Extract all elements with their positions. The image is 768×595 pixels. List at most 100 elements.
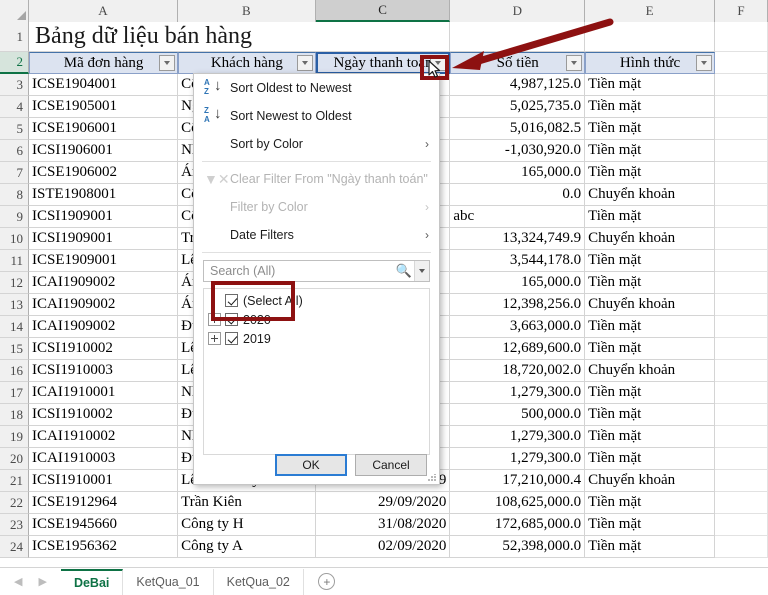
ok-button[interactable]: OK bbox=[275, 454, 347, 476]
cell-khach-hang[interactable]: Công ty A bbox=[178, 536, 316, 558]
cell-hinh-thuc[interactable]: Tiền mặt bbox=[585, 514, 715, 536]
expand-plus-icon[interactable] bbox=[208, 313, 221, 326]
menu-sort-newest-to-oldest[interactable]: Z A ↓ Sort Newest to Oldest bbox=[194, 102, 439, 130]
row-number-17[interactable]: 17 bbox=[0, 382, 30, 404]
cell-hinh-thuc[interactable]: Tiền mặt bbox=[585, 338, 715, 360]
cell-ma-don-hang[interactable]: ICSE1905001 bbox=[29, 96, 179, 118]
cell-hinh-thuc[interactable]: Tiền mặt bbox=[585, 96, 715, 118]
cell-f5[interactable] bbox=[714, 118, 768, 140]
cell-hinh-thuc[interactable]: Tiền mặt bbox=[585, 162, 715, 184]
cancel-button[interactable]: Cancel bbox=[355, 454, 427, 476]
cell-ma-don-hang[interactable]: ICSI1909001 bbox=[29, 206, 179, 228]
sheet-nav-arrows[interactable]: ◀ ▶ bbox=[8, 575, 61, 588]
filter-list-item[interactable]: 2020 bbox=[204, 310, 429, 329]
cell-f14[interactable] bbox=[714, 316, 768, 338]
row-number-14[interactable]: 14 bbox=[0, 316, 30, 338]
search-input[interactable]: Search (All) 🔍 bbox=[203, 260, 430, 282]
cell-f7[interactable] bbox=[714, 162, 768, 184]
cell-so-tien[interactable]: abc bbox=[450, 206, 586, 228]
row-number-7[interactable]: 7 bbox=[0, 162, 30, 184]
cell-ma-don-hang[interactable]: ICSE1906001 bbox=[29, 118, 179, 140]
row-number-20[interactable]: 20 bbox=[0, 448, 30, 470]
cell-so-tien[interactable]: 165,000.0 bbox=[450, 272, 586, 294]
cell-ma-don-hang[interactable]: ICAI1909002 bbox=[29, 316, 179, 338]
select-all-corner[interactable] bbox=[0, 0, 29, 22]
cell-ma-don-hang[interactable]: ICAI1910002 bbox=[29, 426, 179, 448]
cell-so-tien[interactable]: 1,279,300.0 bbox=[450, 426, 586, 448]
row-number-12[interactable]: 12 bbox=[0, 272, 30, 294]
cell-ma-don-hang[interactable]: ICSI1910001 bbox=[29, 470, 179, 492]
menu-filter-by-color[interactable]: Filter by Color › bbox=[194, 193, 439, 221]
cell-f15[interactable] bbox=[714, 338, 768, 360]
cell-so-tien[interactable]: 4,987,125.0 bbox=[450, 74, 586, 96]
cell-f11[interactable] bbox=[714, 250, 768, 272]
sheet-tab-ketqua_02[interactable]: KetQua_02 bbox=[214, 568, 304, 595]
sheet-tab-debai[interactable]: DeBai bbox=[60, 568, 124, 595]
cell-so-tien[interactable]: 1,279,300.0 bbox=[450, 382, 586, 404]
cell-so-tien[interactable]: 0.0 bbox=[450, 184, 586, 206]
cell-so-tien[interactable]: 108,625,000.0 bbox=[450, 492, 586, 514]
menu-sort-oldest-to-newest[interactable]: A Z ↓ Sort Oldest to Newest bbox=[194, 74, 439, 102]
cell-f10[interactable] bbox=[714, 228, 768, 250]
cell-so-tien[interactable]: 165,000.0 bbox=[450, 162, 586, 184]
cell-hinh-thuc[interactable]: Tiền mặt bbox=[585, 382, 715, 404]
cell-hinh-thuc[interactable]: Tiền mặt bbox=[585, 316, 715, 338]
cell-ma-don-hang[interactable]: ICSE1906002 bbox=[29, 162, 179, 184]
row-number-24[interactable]: 24 bbox=[0, 536, 30, 558]
cell-ngay-thanh-toan[interactable]: 02/09/2020 bbox=[315, 536, 451, 558]
cell-so-tien[interactable]: 12,398,256.0 bbox=[450, 294, 586, 316]
cell-f21[interactable] bbox=[714, 470, 768, 492]
cell-so-tien[interactable]: 500,000.0 bbox=[450, 404, 586, 426]
cell-f19[interactable] bbox=[714, 426, 768, 448]
cell-so-tien[interactable]: 1,279,300.0 bbox=[450, 448, 586, 470]
row-number-8[interactable]: 8 bbox=[0, 184, 30, 206]
cell-ma-don-hang[interactable]: ICAI1909002 bbox=[29, 294, 179, 316]
cell-so-tien[interactable]: -1,030,920.0 bbox=[450, 140, 586, 162]
expand-plus-icon[interactable] bbox=[208, 332, 221, 345]
cell-hinh-thuc[interactable]: Tiền mặt bbox=[585, 492, 715, 514]
cell-hinh-thuc[interactable]: Tiền mặt bbox=[585, 74, 715, 96]
cell-ma-don-hang[interactable]: ICSE1904001 bbox=[29, 74, 179, 96]
row-number-15[interactable]: 15 bbox=[0, 338, 30, 360]
add-sheet-button[interactable]: + bbox=[314, 569, 340, 595]
cell-so-tien[interactable]: 18,720,002.0 bbox=[450, 360, 586, 382]
cell-f13[interactable] bbox=[714, 294, 768, 316]
filter-checkbox[interactable] bbox=[225, 313, 238, 326]
cell-so-tien[interactable]: 13,324,749.9 bbox=[450, 228, 586, 250]
cell-hinh-thuc[interactable]: Chuyển khoản bbox=[585, 294, 715, 316]
cell-f23[interactable] bbox=[714, 514, 768, 536]
cell-hinh-thuc[interactable]: Tiền mặt bbox=[585, 404, 715, 426]
cell-f18[interactable] bbox=[714, 404, 768, 426]
row-number-5[interactable]: 5 bbox=[0, 118, 30, 140]
cell-hinh-thuc[interactable]: Tiền mặt bbox=[585, 426, 715, 448]
row-number-3[interactable]: 3 bbox=[0, 74, 30, 96]
cell-ma-don-hang[interactable]: ICSE1945660 bbox=[29, 514, 179, 536]
menu-sort-by-color[interactable]: Sort by Color › bbox=[194, 130, 439, 158]
cell-so-tien[interactable]: 5,016,082.5 bbox=[450, 118, 586, 140]
filter-checkbox[interactable] bbox=[225, 294, 238, 307]
cell-hinh-thuc[interactable]: Tiền mặt bbox=[585, 448, 715, 470]
row-number-22[interactable]: 22 bbox=[0, 492, 30, 514]
cell-khach-hang[interactable]: Công ty H bbox=[178, 514, 316, 536]
previous-sheet-icon[interactable]: ◀ bbox=[14, 575, 22, 588]
row-number-4[interactable]: 4 bbox=[0, 96, 30, 118]
cell-khach-hang[interactable]: Trần Kiên bbox=[178, 492, 316, 514]
cell-ma-don-hang[interactable]: ICAI1910003 bbox=[29, 448, 179, 470]
row-number-13[interactable]: 13 bbox=[0, 294, 30, 316]
search-dropdown-button[interactable] bbox=[414, 261, 429, 281]
cell-hinh-thuc[interactable]: Tiền mặt bbox=[585, 118, 715, 140]
row-number-11[interactable]: 11 bbox=[0, 250, 30, 272]
column-header-f[interactable]: F bbox=[715, 0, 768, 22]
cell-ma-don-hang[interactable]: ICAI1910001 bbox=[29, 382, 179, 404]
cell-ma-don-hang[interactable]: ICSE1909001 bbox=[29, 250, 179, 272]
cell-hinh-thuc[interactable]: Tiền mặt bbox=[585, 140, 715, 162]
cell-hinh-thuc[interactable]: Tiền mặt bbox=[585, 272, 715, 294]
cell-hinh-thuc[interactable]: Tiền mặt bbox=[585, 536, 715, 558]
column-header-c[interactable]: C bbox=[315, 0, 451, 22]
cell-so-tien[interactable]: 12,689,600.0 bbox=[450, 338, 586, 360]
cell-ma-don-hang[interactable]: ICAI1909002 bbox=[29, 272, 179, 294]
cell-ma-don-hang[interactable]: ICSE1956362 bbox=[29, 536, 179, 558]
row-number-2[interactable]: 2 bbox=[0, 52, 30, 74]
cell-so-tien[interactable]: 17,210,000.4 bbox=[450, 470, 586, 492]
cell-ma-don-hang[interactable]: ICSI1910002 bbox=[29, 404, 179, 426]
